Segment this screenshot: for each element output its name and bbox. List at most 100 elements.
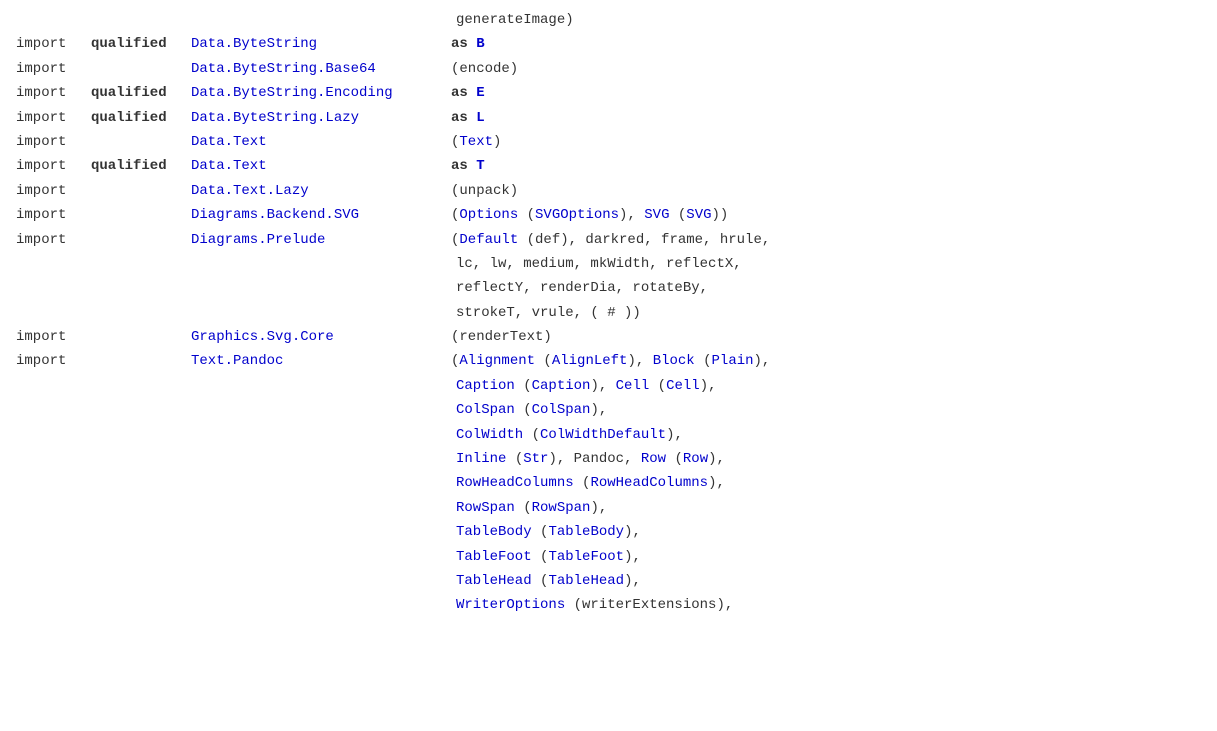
as-keyword: as	[451, 36, 468, 52]
alias-b-link[interactable]: B	[476, 36, 484, 52]
block-link[interactable]: Block	[653, 353, 695, 369]
cell2-link[interactable]: Cell	[666, 378, 700, 394]
tablefoot2-link[interactable]: TableFoot	[548, 549, 624, 565]
alignleft-link[interactable]: AlignLeft	[552, 353, 628, 369]
line-pandoc-cont3: ColWidth (ColWidthDefault),	[0, 423, 1217, 447]
qualified-keyword: qualified	[91, 33, 191, 55]
colwidthdefault-link[interactable]: ColWidthDefault	[540, 427, 666, 443]
line-pandoc-cont6: RowSpan (RowSpan),	[0, 496, 1217, 520]
text-pandoc-rest: (Alignment (AlignLeft), Block (Plain),	[451, 350, 780, 372]
module-bytestring-lazy-link[interactable]: Data.ByteString.Lazy	[191, 110, 359, 126]
line-text-pandoc: import Text.Pandoc (Alignment (AlignLeft…	[0, 349, 1217, 373]
module-data-text-lazy: Data.Text.Lazy	[191, 180, 451, 202]
colspan-link[interactable]: ColSpan	[456, 402, 515, 418]
module-data-text: Data.Text	[191, 131, 451, 153]
line-data-text-lazy: import Data.Text.Lazy (unpack)	[0, 179, 1217, 203]
line-bytestring-lazy: import qualified Data.ByteString.Lazy as…	[0, 106, 1217, 130]
import-keyword-3: import	[16, 82, 91, 104]
line-diagrams-prelude-cont1: lc, lw, medium, mkWidth, reflectX,	[0, 252, 1217, 276]
module-text-pandoc: Text.Pandoc	[191, 350, 451, 372]
tablehead2-link[interactable]: TableHead	[548, 573, 624, 589]
line-diagrams-prelude: import Diagrams.Prelude (Default (def), …	[0, 228, 1217, 252]
inline-link[interactable]: Inline	[456, 451, 506, 467]
module-diagrams-backend-svg: Diagrams.Backend.SVG	[191, 204, 451, 226]
tablehead-link[interactable]: TableHead	[456, 573, 532, 589]
module-bytestring-encoding-link[interactable]: Data.ByteString.Encoding	[191, 85, 393, 101]
rowspan-link[interactable]: RowSpan	[456, 500, 515, 516]
line-pandoc-cont7: TableBody (TableBody),	[0, 520, 1217, 544]
line-pandoc-cont1: Caption (Caption), Cell (Cell),	[0, 374, 1217, 398]
tablebody-link[interactable]: TableBody	[456, 524, 532, 540]
pandoc-cont9-text: TableHead (TableHead),	[456, 570, 641, 592]
writeroptions-link[interactable]: WriterOptions	[456, 597, 565, 613]
line-bytestring: import qualified Data.ByteString as B	[0, 32, 1217, 56]
pandoc-cont3-text: ColWidth (ColWidthDefault),	[456, 424, 683, 446]
line-generateimage: generateImage)	[0, 8, 1217, 32]
import-keyword-4: import	[16, 107, 91, 129]
as-keyword-3: as	[451, 85, 468, 101]
colwidth-link[interactable]: ColWidth	[456, 427, 523, 443]
row2-link[interactable]: Row	[683, 451, 708, 467]
cell-link[interactable]: Cell	[616, 378, 650, 394]
code-container: generateImage) import qualified Data.Byt…	[0, 0, 1217, 731]
module-data-text-link[interactable]: Data.Text	[191, 134, 267, 150]
import-keyword-11: import	[16, 350, 91, 372]
module-graphics-svg-core-link[interactable]: Graphics.Svg.Core	[191, 329, 334, 345]
bytestring-rest: as B	[451, 33, 485, 55]
module-bytestring: Data.ByteString	[191, 33, 451, 55]
module-bytestring-base64-link[interactable]: Data.ByteString.Base64	[191, 61, 376, 77]
pandoc-cont4-text: Inline (Str), Pandoc, Row (Row),	[456, 448, 725, 470]
alias-l-link[interactable]: L	[476, 110, 484, 126]
module-bytestring-encoding: Data.ByteString.Encoding	[191, 82, 451, 104]
str-link[interactable]: Str	[523, 451, 548, 467]
module-text-pandoc-link[interactable]: Text.Pandoc	[191, 353, 283, 369]
diagrams-prelude-rest: (Default (def), darkred, frame, hrule,	[451, 229, 770, 251]
as-keyword-4: as	[451, 110, 468, 126]
module-data-text-q: Data.Text	[191, 155, 451, 177]
import-keyword-8: import	[16, 204, 91, 226]
line-pandoc-cont5: RowHeadColumns (RowHeadColumns),	[0, 471, 1217, 495]
import-keyword-7: import	[16, 180, 91, 202]
module-data-text-q-link[interactable]: Data.Text	[191, 158, 267, 174]
module-diagrams-prelude-link[interactable]: Diagrams.Prelude	[191, 232, 325, 248]
module-data-text-lazy-link[interactable]: Data.Text.Lazy	[191, 183, 309, 199]
line-diagrams-prelude-cont3: strokeT, vrule, ( # ))	[0, 301, 1217, 325]
svg2-link[interactable]: SVG	[686, 207, 711, 223]
pandoc-cont5-text: RowHeadColumns (RowHeadColumns),	[456, 472, 725, 494]
pandoc-cont2-text: ColSpan (ColSpan),	[456, 399, 607, 421]
default-link[interactable]: Default	[459, 232, 518, 248]
import-keyword-6: import	[16, 155, 91, 177]
module-diagrams-prelude: Diagrams.Prelude	[191, 229, 451, 251]
import-keyword-2: import	[16, 58, 91, 80]
line-pandoc-cont10: WriterOptions (writerExtensions),	[0, 593, 1217, 617]
colspan2-link[interactable]: ColSpan	[532, 402, 591, 418]
tablefoot-link[interactable]: TableFoot	[456, 549, 532, 565]
options-link[interactable]: Options	[459, 207, 518, 223]
alignment-link[interactable]: Alignment	[459, 353, 535, 369]
data-text-q-rest: as T	[451, 155, 485, 177]
rowheadcolumns2-link[interactable]: RowHeadColumns	[590, 475, 708, 491]
pandoc-cont8-text: TableFoot (TableFoot),	[456, 546, 641, 568]
caption2-link[interactable]: Caption	[532, 378, 591, 394]
pandoc-cont10-text: WriterOptions (writerExtensions),	[456, 594, 733, 616]
svg-link[interactable]: SVG	[644, 207, 669, 223]
alias-t-link[interactable]: T	[476, 158, 484, 174]
line-bytestring-base64: import Data.ByteString.Base64 (encode)	[0, 57, 1217, 81]
svgoptions-link[interactable]: SVGOptions	[535, 207, 619, 223]
rowspan2-link[interactable]: RowSpan	[532, 500, 591, 516]
bytestring-encoding-rest: as E	[451, 82, 485, 104]
plain-link[interactable]: Plain	[712, 353, 754, 369]
caption-link[interactable]: Caption	[456, 378, 515, 394]
rowheadcolumns-link[interactable]: RowHeadColumns	[456, 475, 574, 491]
row-link[interactable]: Row	[641, 451, 666, 467]
line-pandoc-cont9: TableHead (TableHead),	[0, 569, 1217, 593]
line-pandoc-cont8: TableFoot (TableFoot),	[0, 545, 1217, 569]
line-graphics-svg-core: import Graphics.Svg.Core (renderText)	[0, 325, 1217, 349]
tablebody2-link[interactable]: TableBody	[548, 524, 624, 540]
module-diagrams-backend-svg-link[interactable]: Diagrams.Backend.SVG	[191, 207, 359, 223]
qualified-keyword-6: qualified	[91, 155, 191, 177]
alias-e-link[interactable]: E	[476, 85, 484, 101]
module-graphics-svg-core: Graphics.Svg.Core	[191, 326, 451, 348]
text-link[interactable]: Text	[459, 134, 493, 150]
module-bytestring-link[interactable]: Data.ByteString	[191, 36, 317, 52]
